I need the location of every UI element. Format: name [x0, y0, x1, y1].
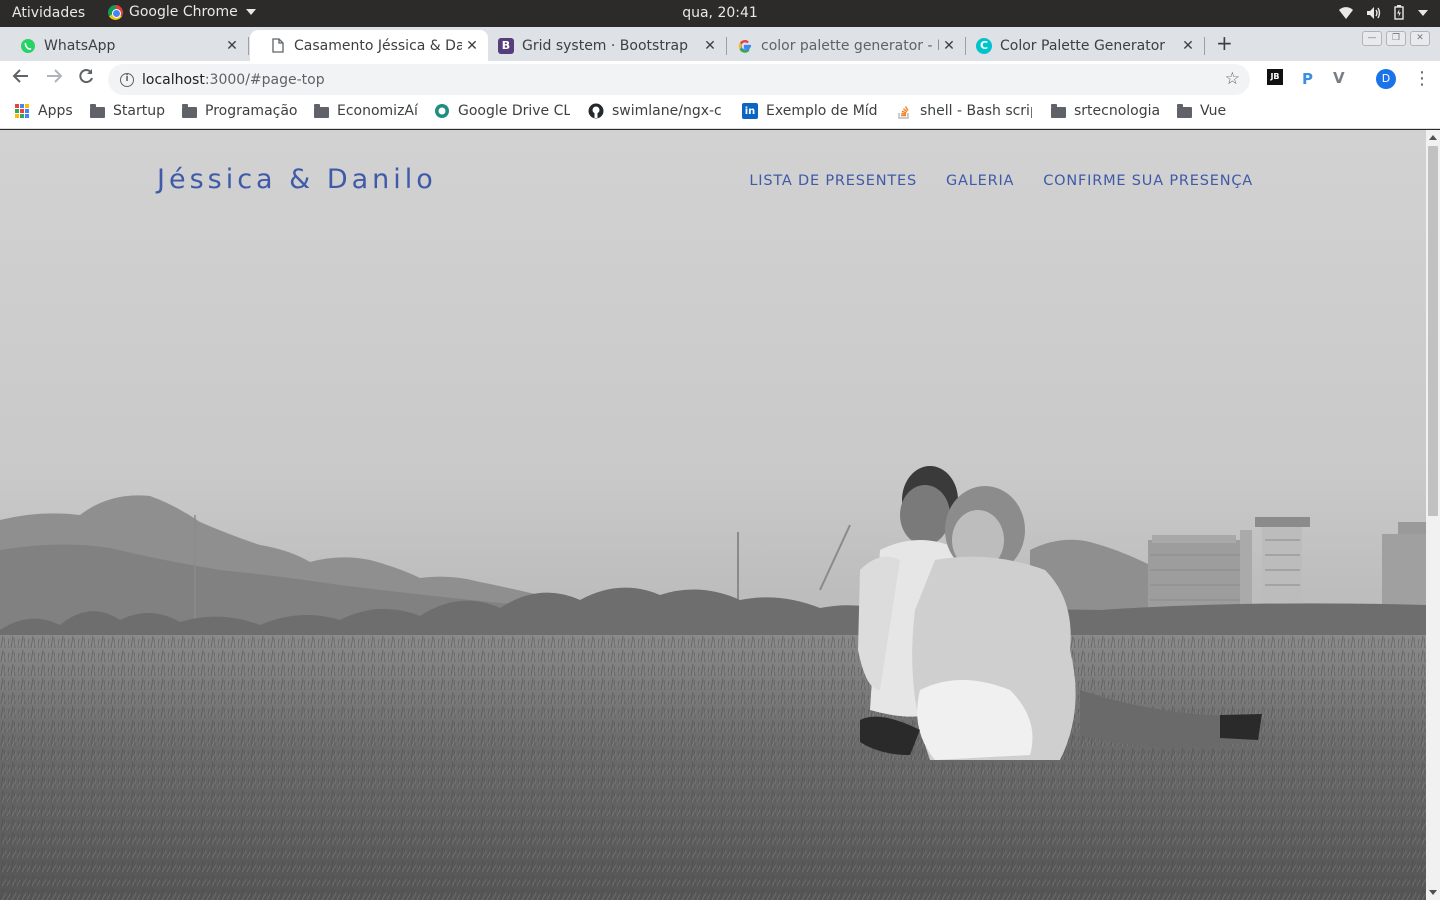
tab-google-search[interactable]: color palette generator - F ✕ [717, 30, 965, 61]
back-button[interactable] [12, 67, 30, 90]
tab-title: Color Palette Generator [1000, 37, 1166, 54]
battery-icon [1394, 5, 1404, 20]
bookmark-label: Startup [113, 103, 165, 119]
bookmark-apps[interactable]: Apps [14, 103, 73, 119]
stackoverflow-icon [896, 103, 912, 119]
tab-separator [248, 37, 249, 55]
tab-title: Grid system · Bootstrap [522, 37, 689, 54]
volume-icon [1367, 6, 1381, 19]
restore-icon[interactable]: ❐ [1386, 31, 1406, 46]
bookmark-exemplo-midia[interactable]: in Exemplo de Mídi [742, 103, 878, 119]
bookmarks-bar: Apps Startup Programação EconomizAí Goog… [0, 98, 1440, 129]
vue-devtools-extension-icon[interactable]: V [1333, 69, 1345, 87]
url-path: :3000/#page-top [204, 71, 325, 88]
bookmark-vue[interactable]: Vue [1176, 103, 1226, 119]
bookmark-economizai[interactable]: EconomizAí [313, 103, 418, 119]
menu-kebab-icon[interactable]: ⋮ [1413, 68, 1431, 89]
bootstrap-icon: B [498, 37, 514, 54]
apps-grid-icon [14, 103, 30, 119]
tab-title: WhatsApp [44, 37, 116, 54]
forward-button[interactable] [45, 67, 63, 90]
canva-icon: C [976, 37, 992, 54]
bookmark-label: shell - Bash scrip [920, 103, 1032, 119]
forward-arrow-icon [47, 69, 63, 83]
scroll-down-arrow-icon[interactable] [1429, 890, 1437, 895]
tab-title: Casamento Jéssica & Dan [294, 37, 462, 54]
github-icon [588, 103, 604, 119]
tab-color-palette[interactable]: C Color Palette Generator ✕ [956, 30, 1204, 61]
scroll-up-arrow-icon[interactable] [1429, 135, 1437, 140]
pocket-extension-icon[interactable]: P [1302, 70, 1313, 88]
reload-button[interactable] [77, 67, 95, 90]
bookmark-star-icon[interactable]: ☆ [1225, 69, 1240, 89]
bookmark-swimlane[interactable]: swimlane/ngx-c [588, 103, 724, 119]
profile-avatar[interactable]: D [1376, 69, 1396, 89]
new-tab-button[interactable]: + [1216, 31, 1233, 55]
bookmark-programacao[interactable]: Programação [181, 103, 298, 119]
clock[interactable]: qua, 20:41 [0, 5, 1440, 21]
bookmark-label: Programação [205, 103, 298, 119]
close-window-icon[interactable]: ✕ [1410, 31, 1430, 46]
bookmark-label: Apps [38, 103, 73, 119]
tab-bootstrap[interactable]: B Grid system · Bootstrap ✕ [478, 30, 726, 61]
bookmark-srtecnologia[interactable]: srtecnologia [1050, 103, 1160, 119]
close-tab-icon[interactable]: ✕ [1178, 38, 1198, 54]
bookmark-label: swimlane/ngx-c [612, 103, 722, 119]
wifi-icon [1339, 6, 1353, 19]
minimize-icon[interactable]: — [1362, 31, 1382, 46]
site-brand[interactable]: Jéssica & Danilo [157, 164, 437, 195]
os-top-bar: Atividades Google Chrome qua, 20:41 [0, 0, 1440, 27]
bookmark-label: srtecnologia [1074, 103, 1161, 119]
folder-icon [313, 103, 329, 119]
bookmark-google-drive-cli[interactable]: Google Drive CLI [434, 103, 570, 119]
bookmark-label: EconomizAí [337, 103, 418, 119]
system-tray[interactable] [1338, 5, 1428, 20]
drive-cli-icon [434, 103, 450, 119]
url-host: localhost [142, 71, 205, 88]
folder-icon [181, 103, 197, 119]
bookmark-startup[interactable]: Startup [89, 103, 165, 119]
page-viewport: Jéssica & Danilo LISTA DE PRESENTES GALE… [0, 130, 1426, 900]
whatsapp-icon [20, 38, 36, 54]
page-scrollbar[interactable] [1426, 130, 1440, 900]
hero-background-photo [0, 130, 1426, 900]
nav-lista-de-presentes[interactable]: LISTA DE PRESENTES [749, 173, 917, 189]
linkedin-icon: in [742, 103, 758, 119]
tab-casamento[interactable]: Casamento Jéssica & Dan ✕ [250, 30, 488, 61]
reload-icon [79, 69, 93, 84]
window-controls: — ❐ ✕ [1362, 31, 1430, 46]
nav-galeria[interactable]: GALERIA [946, 173, 1014, 189]
document-icon [270, 38, 286, 54]
tab-separator [1204, 37, 1205, 55]
folder-icon [1176, 103, 1192, 119]
bookmark-shell-bash[interactable]: shell - Bash scrip [896, 103, 1032, 119]
folder-icon [89, 103, 105, 119]
browser-toolbar: i localhost:3000/#page-top ☆ JB P V D ⋮ [0, 61, 1440, 98]
google-icon [737, 38, 753, 54]
scrollbar-thumb[interactable] [1428, 146, 1438, 516]
info-icon[interactable]: i [120, 72, 134, 87]
bookmark-label: Vue [1200, 103, 1227, 119]
folder-icon [1050, 103, 1066, 119]
nav-confirme-presenca[interactable]: CONFIRME SUA PRESENÇA [1043, 173, 1253, 189]
site-nav: LISTA DE PRESENTES GALERIA CONFIRME SUA … [749, 173, 1253, 189]
tab-title: color palette generator - F [761, 37, 939, 54]
bookmark-label: Google Drive CLI [458, 103, 570, 119]
back-arrow-icon [12, 69, 28, 83]
system-menu-chevron-icon [1418, 9, 1428, 16]
tab-whatsapp[interactable]: WhatsApp ✕ [0, 30, 248, 61]
jetbrains-extension-icon[interactable]: JB [1267, 69, 1283, 85]
close-tab-icon[interactable]: ✕ [222, 38, 242, 54]
address-bar[interactable]: i localhost:3000/#page-top ☆ [108, 64, 1250, 95]
bookmark-label: Exemplo de Mídi [766, 103, 878, 119]
